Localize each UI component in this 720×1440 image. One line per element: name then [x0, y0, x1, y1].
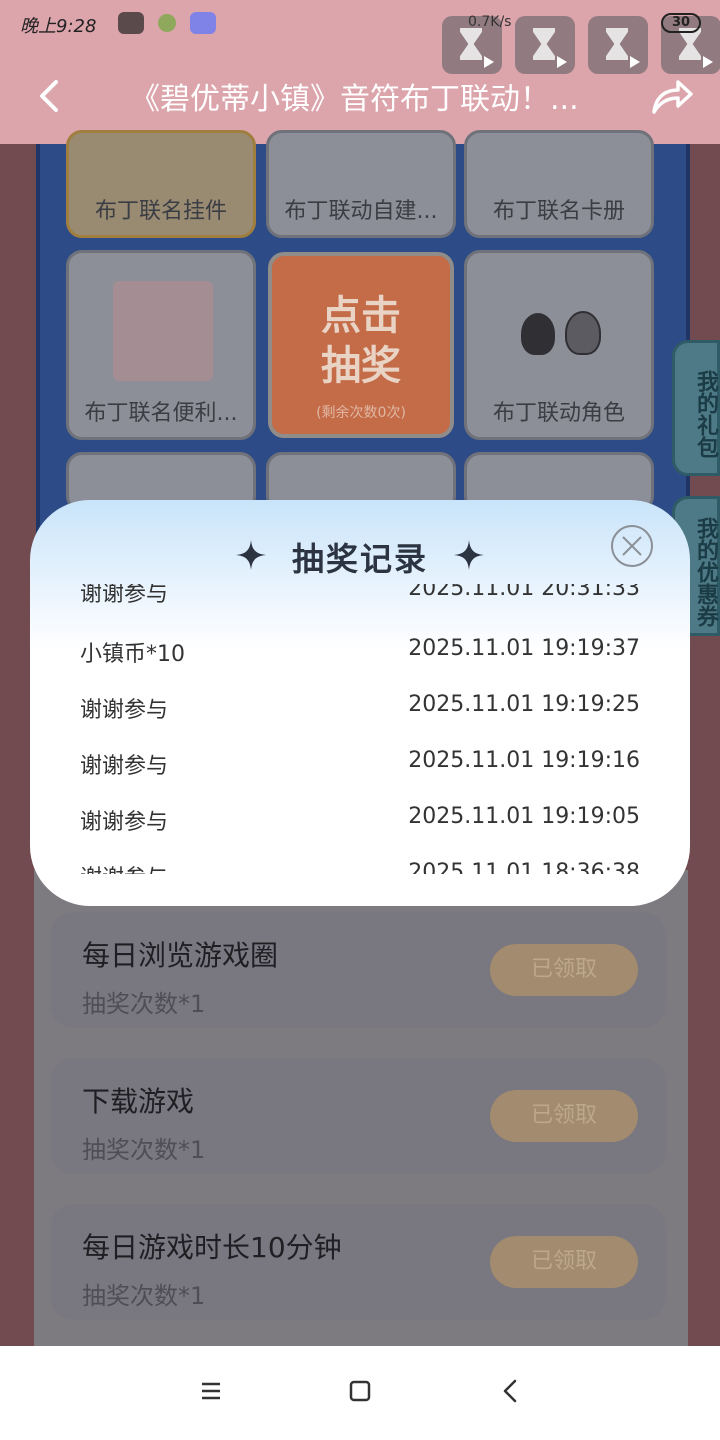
task-card: 每日浏览游戏圈 抽奖次数*1 已领取	[50, 912, 666, 1028]
menu-icon[interactable]	[196, 1376, 226, 1406]
top-bar: 晚上9:28 0.7K/s 30 《碧优蒂小镇》音符布丁联动！...	[0, 0, 720, 144]
prize-cell: 布丁联名便利...	[66, 250, 256, 440]
record-row: 谢谢参与 2025.11.01 18:36:38	[30, 860, 690, 874]
hourglass-icon	[460, 28, 482, 60]
play-icon	[630, 56, 640, 68]
draw-lottery-button[interactable]: 点击 抽奖 (剩余次数0次)	[268, 252, 454, 438]
hourglass-icon	[606, 28, 628, 60]
play-icon	[484, 56, 494, 68]
back-button[interactable]	[32, 78, 68, 114]
prize-cell: 布丁联动自建...	[266, 130, 456, 238]
prize-cell: 布丁联名卡册	[464, 130, 654, 238]
record-time: 2025.11.01 20:31:33	[408, 584, 640, 601]
home-square-icon[interactable]	[345, 1376, 375, 1406]
share-button[interactable]	[650, 74, 694, 118]
record-time: 2025.11.01 19:19:16	[408, 748, 640, 773]
my-gift-tab[interactable]: 我的礼包	[672, 340, 720, 476]
prize-label: 布丁联名挂件	[94, 199, 227, 224]
prize-label: 布丁联名便利...	[84, 401, 238, 426]
prize-cell: 布丁联动角色	[464, 250, 654, 440]
record-prize: 谢谢参与	[80, 860, 168, 874]
task-title: 下载游戏	[82, 1085, 195, 1118]
character-image	[517, 305, 607, 367]
prize-cell: 布丁联名挂件	[66, 130, 256, 238]
record-time: 2025.11.01 19:19:37	[408, 636, 640, 661]
record-row: 谢谢参与 2025.11.01 19:19:05	[30, 804, 690, 844]
status-time: 晚上9:28	[20, 16, 97, 37]
record-row: 谢谢参与 2025.11.01 20:31:33	[30, 584, 690, 616]
task-card: 每日游戏时长10分钟 抽奖次数*1 已领取	[50, 1204, 666, 1320]
record-prize: 谢谢参与	[80, 754, 169, 779]
hourglass-icon	[533, 28, 555, 60]
modal-title: 抽奖记录	[291, 540, 428, 578]
battery-indicator: 30	[661, 13, 701, 33]
remaining-draws: (剩余次数0次)	[316, 405, 406, 421]
lottery-record-modal: 抽奖记录 谢谢参与 2025.11.01 20:31:33 小镇币*10 202…	[30, 500, 690, 906]
record-time: 2025.11.01 19:19:25	[408, 692, 640, 717]
task-card: 下载游戏 抽奖次数*1 已领取	[50, 1058, 666, 1174]
record-prize: 谢谢参与	[80, 810, 169, 835]
app-notification-icon	[190, 12, 216, 34]
claimed-button[interactable]: 已领取	[490, 1090, 638, 1142]
draw-label-line2: 抽奖	[321, 343, 401, 389]
sparkle-icon	[454, 540, 484, 570]
play-icon	[557, 56, 567, 68]
task-reward: 抽奖次数*1	[82, 990, 206, 1018]
app-notification-icon	[118, 12, 144, 34]
draw-label-line1: 点击	[321, 293, 401, 339]
task-title: 每日游戏时长10分钟	[82, 1231, 342, 1264]
prize-image	[113, 281, 213, 381]
prize-label: 布丁联动角色	[492, 401, 625, 426]
chevron-back-icon[interactable]	[496, 1376, 526, 1406]
task-reward: 抽奖次数*1	[82, 1282, 206, 1310]
record-row: 小镇币*10 2025.11.01 19:19:37	[30, 636, 690, 676]
task-reward: 抽奖次数*1	[82, 1136, 206, 1164]
record-time: 2025.11.01 19:19:05	[408, 804, 640, 829]
record-row: 谢谢参与 2025.11.01 19:19:16	[30, 748, 690, 788]
record-prize: 谢谢参与	[80, 698, 169, 723]
record-prize: 小镇币*10	[80, 642, 185, 667]
play-icon	[703, 56, 713, 68]
record-prize: 谢谢参与	[80, 584, 169, 607]
task-title: 每日浏览游戏圈	[82, 939, 279, 972]
prize-label: 布丁联名卡册	[492, 199, 625, 224]
claimed-button[interactable]: 已领取	[490, 1236, 638, 1288]
system-nav-bar	[0, 1346, 720, 1440]
close-button[interactable]	[610, 524, 654, 568]
record-time: 2025.11.01 18:36:38	[408, 860, 640, 874]
record-list[interactable]: 谢谢参与 2025.11.01 20:31:33 小镇币*10 2025.11.…	[30, 584, 690, 874]
page-title: 《碧优蒂小镇》音符布丁联动！...	[130, 82, 579, 117]
prize-label: 布丁联动自建...	[284, 199, 438, 224]
record-row: 谢谢参与 2025.11.01 19:19:25	[30, 692, 690, 732]
claimed-button[interactable]: 已领取	[490, 944, 638, 996]
app-notification-icon	[158, 14, 176, 32]
